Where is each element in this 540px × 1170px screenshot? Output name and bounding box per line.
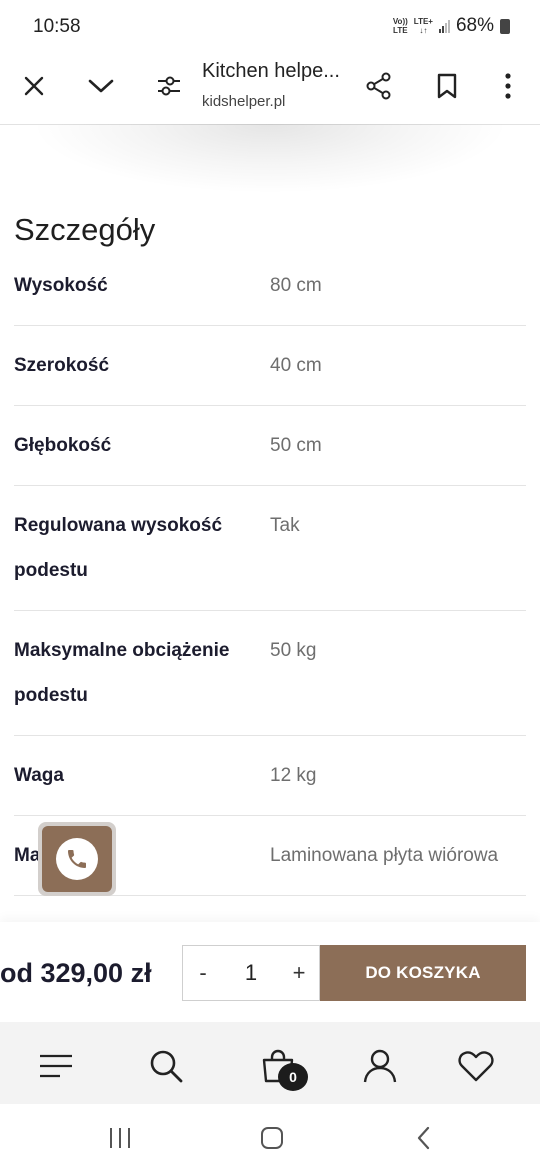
more-vert-icon[interactable]: [490, 68, 526, 104]
quantity-increase-button[interactable]: +: [279, 960, 319, 986]
recents-icon[interactable]: [100, 1122, 140, 1154]
battery-percent: 68%: [455, 15, 494, 36]
lte-indicator: LTE+ ↓↑: [414, 17, 433, 35]
lte-top: LTE+: [413, 17, 433, 26]
tune-icon[interactable]: [151, 68, 187, 104]
page-url[interactable]: kidshelper.pl: [202, 93, 285, 110]
status-bar: 10:58 Vo)) LTE LTE+ ↓↑ 68%: [0, 0, 540, 52]
detail-value: Laminowana płyta wiórowa: [270, 845, 499, 866]
detail-key-line: Regulowana wysokość: [14, 515, 223, 536]
quantity-input[interactable]: 1: [223, 960, 279, 986]
purchase-bar: od 329,00 zł - 1 + DO KOSZYKA: [0, 922, 540, 1022]
system-nav-bar: [0, 1104, 540, 1170]
close-icon[interactable]: [16, 68, 52, 104]
price: od 329,00 zł: [0, 958, 152, 988]
phone-icon: [56, 838, 98, 880]
detail-value: Tak: [270, 515, 300, 536]
detail-key: Waga: [14, 765, 64, 786]
browser-toolbar: Kitchen helpe... kidshelper.pl: [0, 52, 540, 125]
page-title[interactable]: Kitchen helpe...: [202, 60, 340, 83]
details-row-depth: Głębokość 50 cm: [14, 406, 526, 486]
detail-key: Szerokość: [14, 355, 110, 376]
account-icon[interactable]: [360, 1046, 400, 1086]
bookmark-icon[interactable]: [429, 68, 465, 104]
detail-key-line: podestu: [14, 685, 88, 706]
volte-bottom: LTE: [393, 26, 408, 35]
details-row-weight: Waga 12 kg: [14, 736, 526, 816]
detail-key: Wysokość: [14, 275, 108, 296]
details-row-adjustable: Regulowana wysokość podestu Tak: [14, 486, 526, 611]
detail-value: 12 kg: [270, 765, 317, 786]
home-icon[interactable]: [252, 1122, 292, 1154]
detail-value: 80 cm: [270, 275, 322, 296]
detail-key: Maksymalne obciążenie podestu: [14, 628, 270, 735]
detail-key: Regulowana wysokość podestu: [14, 503, 270, 610]
quantity-stepper: - 1 +: [182, 945, 320, 1001]
detail-key: Głębokość: [14, 435, 112, 456]
detail-value: 50 cm: [270, 435, 322, 456]
details-row-max-load: Maksymalne obciążenie podestu 50 kg: [14, 611, 526, 736]
details-table: Wysokość 80 cm Szerokość 40 cm Głębokość…: [14, 246, 526, 896]
image-shadow: [30, 124, 510, 194]
share-icon[interactable]: [361, 68, 397, 104]
call-button[interactable]: [38, 822, 116, 896]
cart-count-badge: 0: [278, 1063, 308, 1091]
detail-key-line: Maksymalne obciążenie: [14, 640, 230, 661]
signal-icon: [438, 19, 450, 33]
status-icons: Vo)) LTE LTE+ ↓↑ 68%: [393, 15, 510, 37]
lte-bottom: ↓↑: [419, 26, 428, 35]
bottom-nav: [0, 1022, 540, 1104]
call-button-inner: [42, 826, 112, 892]
search-icon[interactable]: [146, 1046, 186, 1086]
status-time: 10:58: [33, 16, 81, 37]
menu-icon[interactable]: [36, 1046, 76, 1086]
details-row-height: Wysokość 80 cm: [14, 246, 526, 326]
add-to-cart-button[interactable]: DO KOSZYKA: [320, 945, 526, 1001]
details-row-width: Szerokość 40 cm: [14, 326, 526, 406]
detail-value: 50 kg: [270, 640, 317, 661]
chevron-down-icon[interactable]: [83, 68, 119, 104]
volte-indicator: Vo)) LTE: [393, 17, 408, 35]
volte-top: Vo)): [392, 17, 408, 26]
detail-key-line: podestu: [14, 560, 88, 581]
details-heading: Szczegóły: [14, 212, 156, 247]
heart-icon[interactable]: [456, 1046, 496, 1086]
detail-value: 40 cm: [270, 355, 322, 376]
back-icon[interactable]: [404, 1122, 444, 1154]
quantity-decrease-button[interactable]: -: [183, 960, 223, 986]
battery-icon: [500, 18, 510, 34]
